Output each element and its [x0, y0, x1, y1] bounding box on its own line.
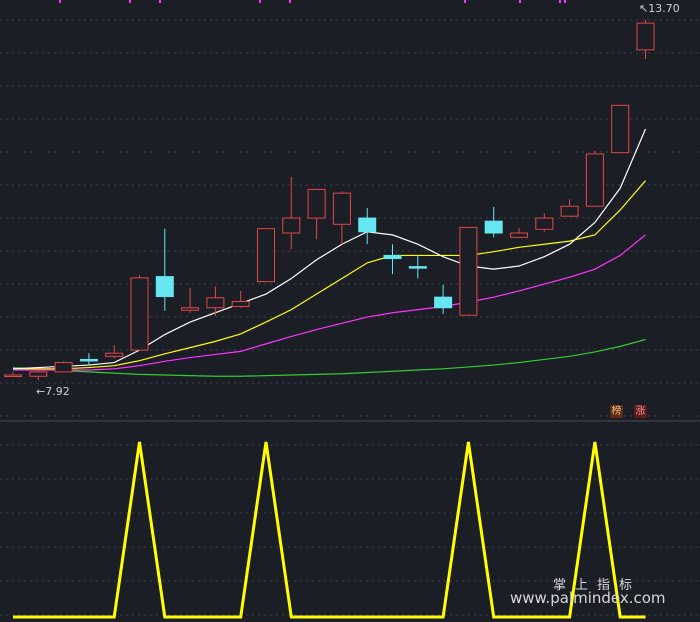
candle-body — [484, 220, 503, 234]
candle-body — [636, 22, 655, 51]
candle-body — [105, 352, 124, 357]
candle-body — [282, 217, 301, 234]
candle-body — [155, 276, 174, 298]
limit-up-badge: 涨 — [634, 405, 647, 418]
ma-slow-line — [13, 234, 646, 371]
candle-body — [408, 266, 427, 269]
watermark-url: www.palmindex.com — [510, 589, 666, 607]
rank-badge: 榜 — [610, 405, 623, 418]
candle-body — [231, 301, 250, 308]
candle-body — [510, 232, 528, 238]
ma-mid-line — [13, 180, 646, 370]
candle-body — [29, 371, 48, 377]
candle-body — [130, 277, 149, 351]
candle-body — [332, 192, 351, 225]
candle-body — [307, 188, 326, 219]
kline-chart — [0, 0, 700, 619]
candle-body — [4, 374, 22, 378]
candle-body — [79, 358, 98, 362]
candle-body — [434, 296, 453, 309]
candle-body — [181, 307, 200, 311]
ma-fast-line — [12, 128, 647, 370]
candle-body — [459, 226, 478, 316]
candle-body — [585, 153, 604, 207]
candle-body — [535, 217, 554, 230]
ma-long-line — [12, 338, 646, 377]
candle-body — [611, 104, 630, 154]
candle-body — [257, 228, 275, 283]
high-price-label: ↖13.70 — [639, 2, 680, 15]
candle-body — [358, 217, 377, 233]
candle-body — [383, 254, 402, 260]
candle-body — [206, 297, 225, 309]
candle-body — [560, 205, 579, 217]
low-price-label: ←7.92 — [36, 385, 70, 398]
candle-body — [54, 362, 73, 373]
